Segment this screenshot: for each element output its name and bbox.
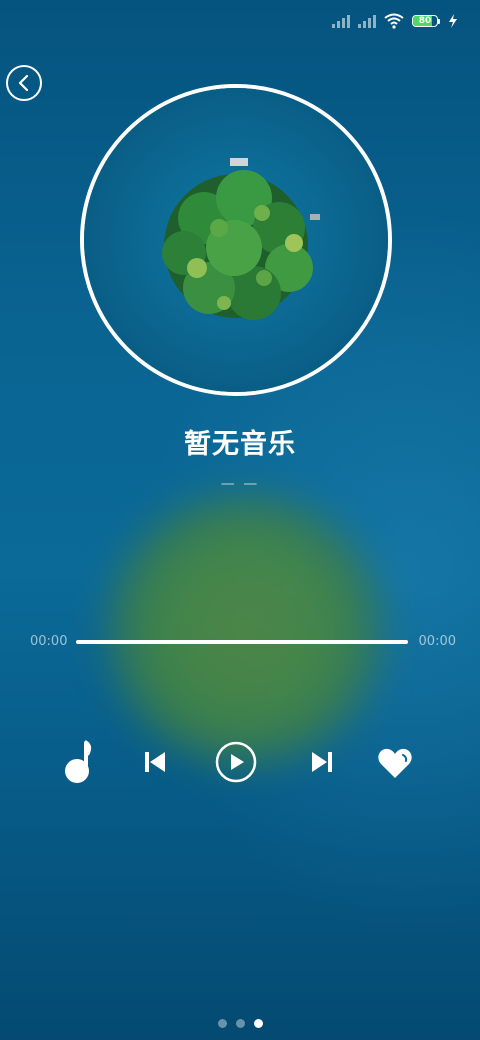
- page-dot-active[interactable]: [253, 1019, 263, 1028]
- page-dot[interactable]: [235, 1019, 245, 1028]
- current-time: 00:00: [30, 634, 68, 649]
- charging-bolt-icon: [449, 14, 457, 28]
- next-track-icon: [312, 752, 332, 772]
- play-button[interactable]: [215, 741, 257, 783]
- progress-bar[interactable]: [76, 640, 408, 644]
- back-button[interactable]: [6, 65, 42, 101]
- progress-row: 00:00 00:00: [0, 632, 480, 652]
- previous-track-button[interactable]: [140, 748, 170, 776]
- next-track-button[interactable]: [307, 748, 337, 776]
- page-dot[interactable]: [217, 1019, 227, 1028]
- previous-track-icon: [145, 752, 165, 772]
- status-bar: 80: [332, 10, 458, 32]
- battery-icon: 80: [412, 15, 440, 27]
- heart-icon: [378, 748, 412, 778]
- album-art: [80, 84, 392, 396]
- play-icon: [215, 741, 257, 783]
- favorite-button[interactable]: [376, 746, 414, 780]
- signal-icon: [332, 14, 350, 28]
- song-artist: — —: [220, 476, 260, 492]
- wifi-icon: [384, 13, 404, 29]
- song-title: 暂无音乐: [184, 429, 296, 460]
- music-list-button[interactable]: [60, 738, 96, 784]
- total-time: 00:00: [418, 634, 456, 649]
- music-note-icon: [65, 740, 92, 783]
- playback-controls: [0, 738, 480, 788]
- page-indicator: [0, 1019, 480, 1028]
- chevron-left-icon: [18, 74, 29, 92]
- signal-icon: [358, 14, 376, 28]
- battery-level: 80: [418, 15, 432, 26]
- blurred-album-background: [100, 490, 390, 770]
- island-image: [84, 88, 388, 392]
